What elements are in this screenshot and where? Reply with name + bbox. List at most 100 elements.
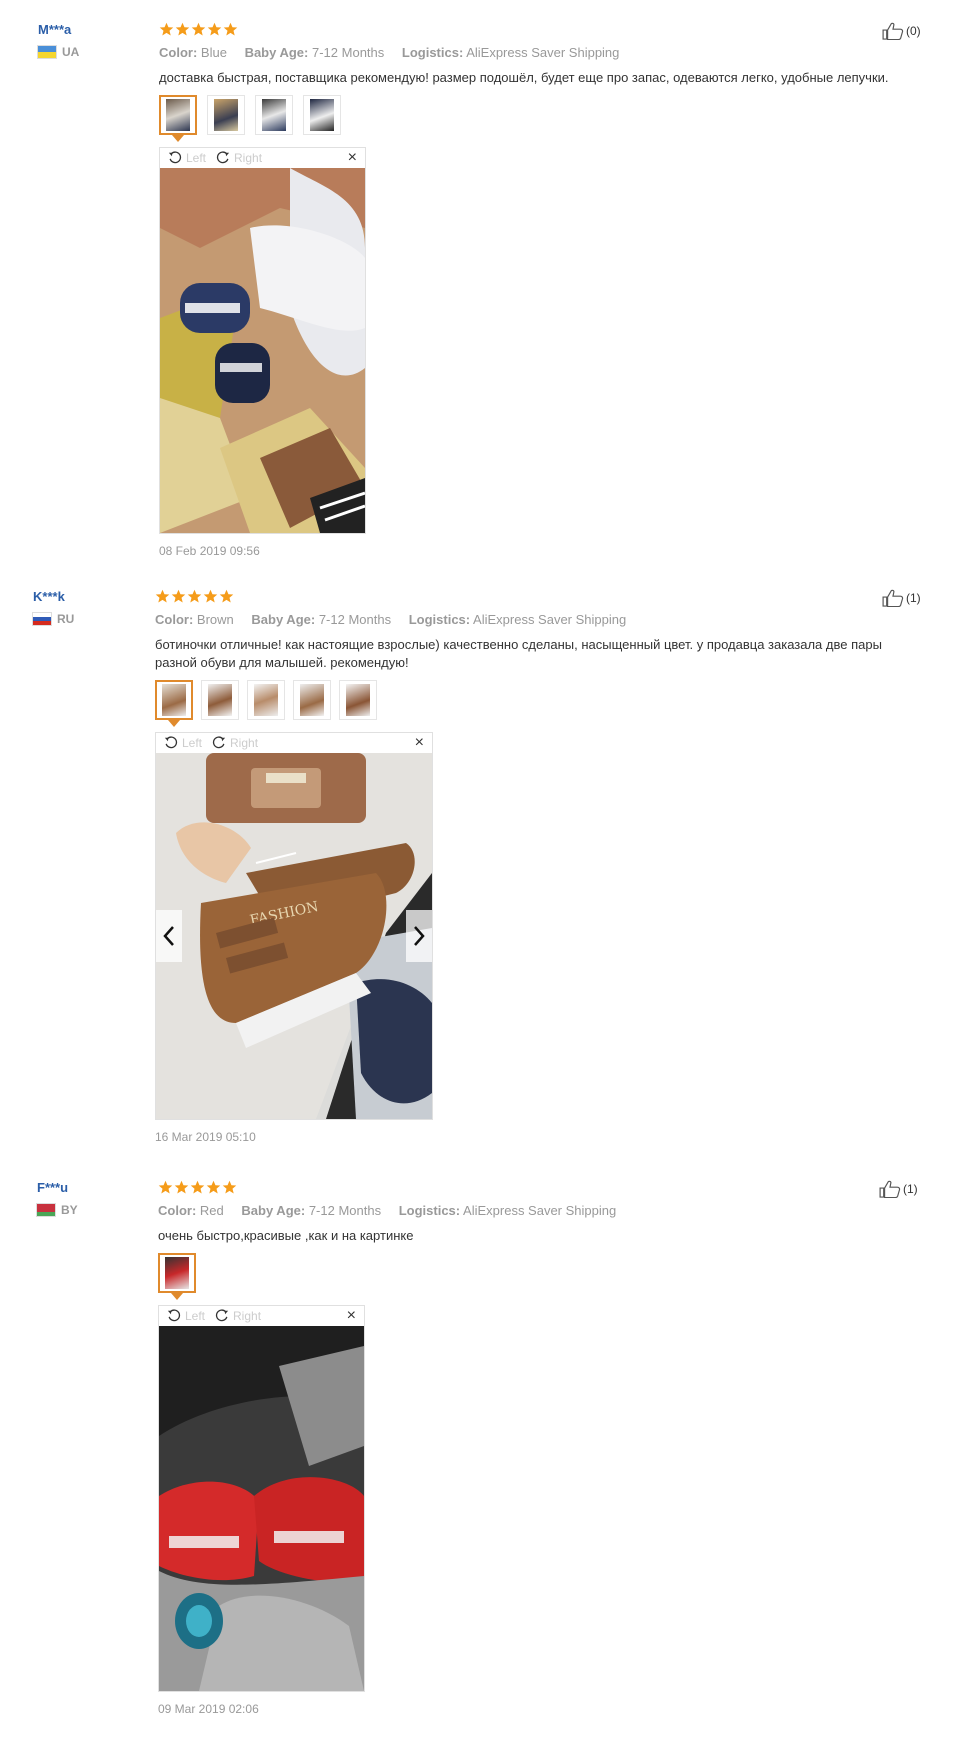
rotate-right-icon xyxy=(212,736,226,750)
reviewer-country: BY xyxy=(37,1203,78,1217)
photo-next-button[interactable] xyxy=(406,910,432,962)
country-code: UA xyxy=(62,45,80,59)
rotate-right-label: Right xyxy=(233,1309,262,1323)
rotate-left-button[interactable]: Left xyxy=(167,1309,205,1323)
star-icon xyxy=(223,22,238,37)
review-date: 16 Mar 2019 05:10 xyxy=(155,1130,256,1144)
attr-value: Blue xyxy=(200,45,227,60)
photo-thumbnails xyxy=(155,680,915,727)
attr-value: AliExpress Saver Shipping xyxy=(463,1203,617,1218)
photo-thumbnail[interactable] xyxy=(339,680,377,720)
helpful-count: (0) xyxy=(906,24,921,38)
rotate-left-label: Left xyxy=(182,736,203,750)
photo-thumbnail[interactable] xyxy=(255,95,293,135)
attr-key: Logistics: xyxy=(398,1203,461,1218)
star-rating xyxy=(159,22,919,38)
helpful-button[interactable]: (1) xyxy=(879,1180,918,1198)
star-icon xyxy=(191,22,206,37)
star-icon xyxy=(203,589,218,604)
review-date: 08 Feb 2019 09:56 xyxy=(159,544,260,558)
star-icon xyxy=(175,22,190,37)
review-content: Color: Brown Baby Age: 7-12 Months Logis… xyxy=(155,589,915,1144)
star-rating xyxy=(155,589,915,605)
reviewer-info: M***a UA xyxy=(38,22,79,59)
review-date: 09 Mar 2019 02:06 xyxy=(158,1702,259,1716)
rotate-right-label: Right xyxy=(234,151,263,165)
photo-thumbnail[interactable] xyxy=(303,95,341,135)
photo-viewer: Left Right × xyxy=(159,147,366,534)
attr-value: 7-12 Months xyxy=(312,45,385,60)
star-icon xyxy=(207,22,222,37)
star-rating xyxy=(158,1180,918,1196)
viewer-toolbar: Left Right × xyxy=(160,148,365,168)
photo-thumbnail[interactable] xyxy=(155,680,193,727)
helpful-count: (1) xyxy=(903,1182,918,1196)
chevron-left-icon xyxy=(163,926,174,946)
reviewer-country: RU xyxy=(33,612,74,626)
attr-key: Color: xyxy=(158,1203,197,1218)
attr-key: Color: xyxy=(159,45,198,60)
rotate-left-icon xyxy=(164,736,178,750)
rotate-left-button[interactable]: Left xyxy=(168,151,206,165)
rotate-left-label: Left xyxy=(186,151,207,165)
photo-thumbnail[interactable] xyxy=(293,680,331,720)
rotate-left-icon xyxy=(168,151,182,165)
rotate-left-label: Left xyxy=(185,1309,206,1323)
photo-viewer: Left Right × xyxy=(155,732,433,1120)
attr-value: 7-12 Months xyxy=(308,1203,382,1218)
country-code: RU xyxy=(57,612,75,626)
photo-prev-button[interactable] xyxy=(156,910,182,962)
star-icon xyxy=(219,589,234,604)
reviewer-name[interactable]: M***a xyxy=(38,22,79,37)
review-content: Color: Blue Baby Age: 7-12 Months Logist… xyxy=(159,22,919,558)
attr-key: Logistics: xyxy=(401,45,464,60)
attr-key: Baby Age: xyxy=(241,1203,306,1218)
chevron-right-icon xyxy=(414,926,425,946)
helpful-button[interactable]: (1) xyxy=(882,589,921,607)
review-photo[interactable] xyxy=(159,1326,364,1691)
rotate-right-icon xyxy=(215,1309,229,1323)
purchase-attributes: Color: Red Baby Age: 7-12 Months Logisti… xyxy=(158,1203,918,1218)
helpful-count: (1) xyxy=(906,591,921,605)
close-icon[interactable]: × xyxy=(347,1307,356,1325)
review-text: ботиночки отличные! как настоящие взросл… xyxy=(155,637,882,670)
helpful-button[interactable]: (0) xyxy=(882,22,921,40)
photo-thumbnail[interactable] xyxy=(247,680,285,720)
rotate-left-button[interactable]: Left xyxy=(164,736,202,750)
rotate-right-button[interactable]: Right xyxy=(215,1309,261,1323)
attr-key: Baby Age: xyxy=(251,612,316,627)
rotate-right-label: Right xyxy=(230,736,259,750)
photo-thumbnail[interactable] xyxy=(201,680,239,720)
star-icon xyxy=(171,589,186,604)
rotate-right-icon xyxy=(216,151,230,165)
close-icon[interactable]: × xyxy=(415,734,424,752)
photo-thumbnail[interactable] xyxy=(158,1253,196,1300)
photo-thumbnails xyxy=(159,95,919,142)
star-icon xyxy=(187,589,202,604)
star-icon xyxy=(174,1180,189,1195)
thumbs-up-icon xyxy=(882,22,904,40)
star-icon xyxy=(222,1180,237,1195)
review-photo[interactable] xyxy=(160,168,365,533)
reviewer-info: K***k RU xyxy=(33,589,74,626)
rotate-right-button[interactable]: Right xyxy=(212,736,258,750)
star-icon xyxy=(158,1180,173,1195)
close-icon[interactable]: × xyxy=(348,149,357,167)
review-content: Color: Red Baby Age: 7-12 Months Logisti… xyxy=(158,1180,918,1716)
rotate-left-icon xyxy=(167,1309,181,1323)
photo-viewer: Left Right × xyxy=(158,1305,365,1692)
reviewer-name[interactable]: F***u xyxy=(37,1180,78,1195)
rotate-right-button[interactable]: Right xyxy=(216,151,262,165)
attr-key: Color: xyxy=(155,612,194,627)
photo-thumbnail[interactable] xyxy=(159,95,197,142)
viewer-toolbar: Left Right × xyxy=(156,733,432,753)
attr-value: AliExpress Saver Shipping xyxy=(473,612,627,627)
ua-flag-icon xyxy=(38,46,56,58)
star-icon xyxy=(190,1180,205,1195)
thumbs-up-icon xyxy=(879,1180,901,1198)
photo-thumbnail[interactable] xyxy=(207,95,245,135)
attr-value: AliExpress Saver Shipping xyxy=(466,45,620,60)
review-photo[interactable]: FASHION xyxy=(156,753,432,1119)
reviewer-name[interactable]: K***k xyxy=(33,589,74,604)
purchase-attributes: Color: Blue Baby Age: 7-12 Months Logist… xyxy=(159,45,919,60)
